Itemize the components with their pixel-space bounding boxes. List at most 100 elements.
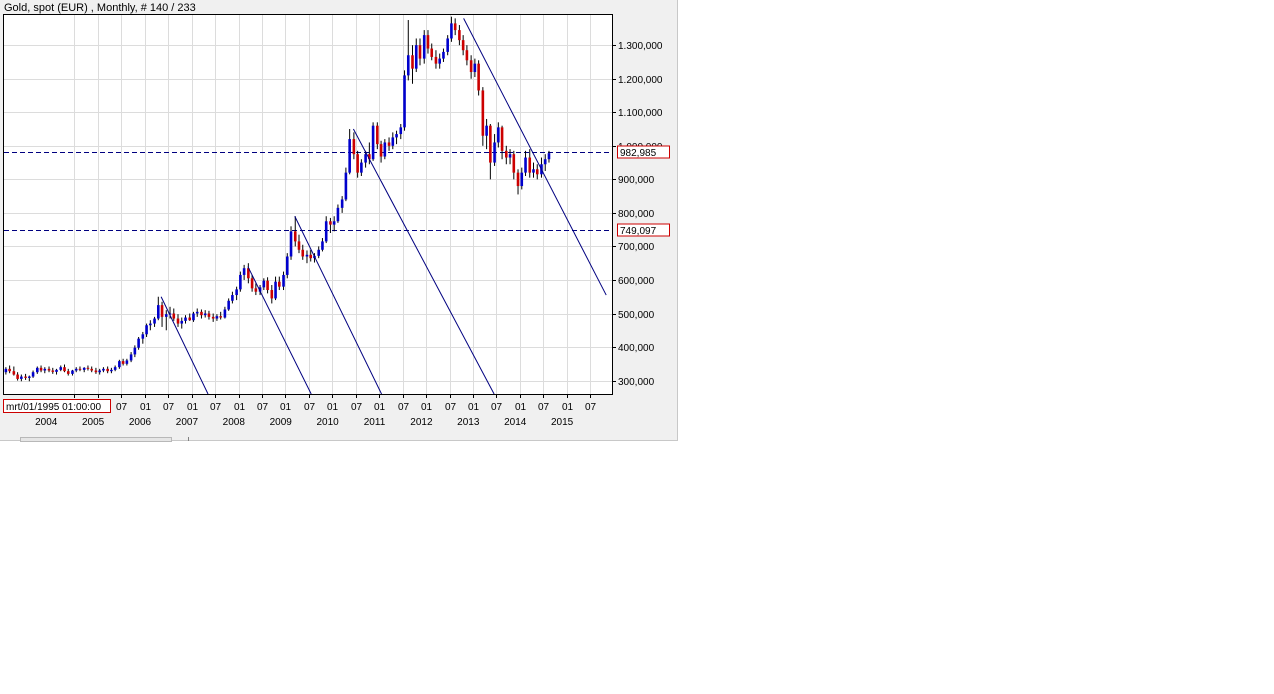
y-tick-label: 1.300,000 bbox=[618, 41, 663, 52]
x-tick-label: 01 bbox=[515, 402, 527, 413]
candle-body bbox=[118, 361, 121, 368]
candle-body bbox=[141, 334, 145, 339]
candle-body bbox=[535, 169, 539, 175]
level-badges: 982,985 749,097 bbox=[617, 145, 670, 237]
candle-body bbox=[524, 157, 527, 173]
candle-body bbox=[414, 45, 418, 69]
candle-body bbox=[231, 295, 234, 301]
candle-body bbox=[406, 55, 410, 76]
candle-body bbox=[309, 254, 313, 259]
horizontal-scrollbar[interactable] bbox=[20, 437, 172, 442]
candle-body bbox=[403, 75, 406, 128]
candle-body bbox=[66, 371, 70, 374]
chart[interactable]: 300,000 400,000 500,000 600,000 700,000 800,0… bbox=[0, 0, 677, 440]
candle-body bbox=[434, 56, 438, 64]
candle-body bbox=[207, 313, 211, 317]
candle-body bbox=[47, 368, 51, 371]
candle-body bbox=[411, 55, 414, 69]
candle-body bbox=[297, 241, 301, 250]
candle-body bbox=[82, 367, 86, 370]
x-year-label: 2015 bbox=[551, 417, 574, 428]
x-year-label: 2007 bbox=[176, 417, 199, 428]
candle-body bbox=[98, 370, 101, 373]
candle-body bbox=[28, 376, 31, 378]
candle-body bbox=[157, 305, 160, 319]
candle-body bbox=[465, 50, 469, 61]
x-tick-label: 07 bbox=[210, 402, 222, 413]
candle-body bbox=[129, 354, 133, 361]
candle-body bbox=[438, 58, 442, 64]
candle-body bbox=[39, 367, 43, 371]
candle-body bbox=[360, 162, 363, 173]
candle-body bbox=[301, 249, 305, 257]
x-year-label: 2005 bbox=[82, 417, 105, 428]
x-tick-label: 01 bbox=[140, 402, 152, 413]
x-tick-label: 01 bbox=[187, 402, 199, 413]
candle-body bbox=[90, 368, 94, 371]
candle-body bbox=[289, 231, 293, 257]
candle-body bbox=[113, 367, 117, 370]
candle-body bbox=[418, 45, 422, 59]
candle-body bbox=[528, 157, 532, 173]
x-tick-label: 01 bbox=[562, 402, 574, 413]
y-tick-label: 1.200,000 bbox=[618, 75, 663, 86]
candle-body bbox=[324, 221, 328, 242]
candle-body bbox=[426, 35, 430, 49]
grid bbox=[4, 15, 612, 394]
x-year-label: 2011 bbox=[364, 417, 386, 428]
candle-body bbox=[508, 154, 512, 158]
candle-body bbox=[149, 323, 152, 326]
candle-body bbox=[493, 142, 496, 163]
candle-body bbox=[227, 300, 230, 310]
candle-body bbox=[184, 317, 187, 321]
candle-body bbox=[430, 48, 434, 57]
candle-body bbox=[200, 311, 203, 316]
candle-body bbox=[20, 376, 23, 379]
candle-body bbox=[153, 318, 156, 324]
candle-body bbox=[477, 63, 480, 91]
candle-body bbox=[78, 368, 82, 370]
candle-body bbox=[473, 63, 477, 73]
x-year-label: 2004 bbox=[35, 417, 58, 428]
candle-body bbox=[512, 154, 516, 173]
candle-body bbox=[293, 231, 297, 242]
candle-body bbox=[340, 199, 344, 208]
candle-body bbox=[453, 23, 457, 31]
y-axis: 300,000 400,000 500,000 600,000 700,000 800,0… bbox=[612, 41, 663, 388]
candle-body bbox=[379, 144, 383, 157]
x-tick-label: 07 bbox=[163, 402, 175, 413]
candle-body bbox=[239, 274, 242, 290]
x-year-label: 2012 bbox=[410, 417, 433, 428]
candle-body bbox=[387, 142, 391, 146]
candle-body bbox=[160, 305, 164, 317]
candle-body bbox=[391, 137, 395, 146]
candle-body bbox=[180, 320, 184, 324]
candle-body bbox=[223, 309, 227, 318]
candle-body bbox=[282, 274, 285, 287]
y-tick-label: 700,000 bbox=[618, 242, 655, 253]
x-tick-label: 01 bbox=[280, 402, 292, 413]
candle-body bbox=[4, 368, 8, 373]
x-year-label: 2014 bbox=[504, 417, 527, 428]
candle-body bbox=[395, 134, 398, 138]
candle-body bbox=[461, 40, 465, 51]
candle-body bbox=[235, 289, 238, 296]
x-tick-label: 01 bbox=[234, 402, 246, 413]
x-year-label: 2008 bbox=[223, 417, 246, 428]
candle-body bbox=[332, 221, 336, 225]
candle-body bbox=[110, 369, 113, 372]
y-tick-label: 600,000 bbox=[618, 276, 655, 287]
candle-body bbox=[55, 369, 58, 372]
candle-body bbox=[516, 172, 520, 187]
candle-body bbox=[211, 316, 215, 319]
x-tick-label: 07 bbox=[585, 402, 597, 413]
x-axis: 07 01 07 01 07 01 07 01 07 01 07 01 07 01 07 01 07 01 07 01… bbox=[3, 394, 597, 428]
candle-body bbox=[12, 371, 16, 375]
candle-body bbox=[497, 127, 500, 143]
y-tick-label: 500,000 bbox=[618, 310, 655, 321]
candle-body bbox=[329, 221, 332, 225]
candle-body bbox=[547, 153, 551, 160]
candle-body bbox=[504, 150, 508, 158]
candle-body bbox=[176, 318, 180, 324]
y-tick-label: 300,000 bbox=[618, 377, 655, 388]
